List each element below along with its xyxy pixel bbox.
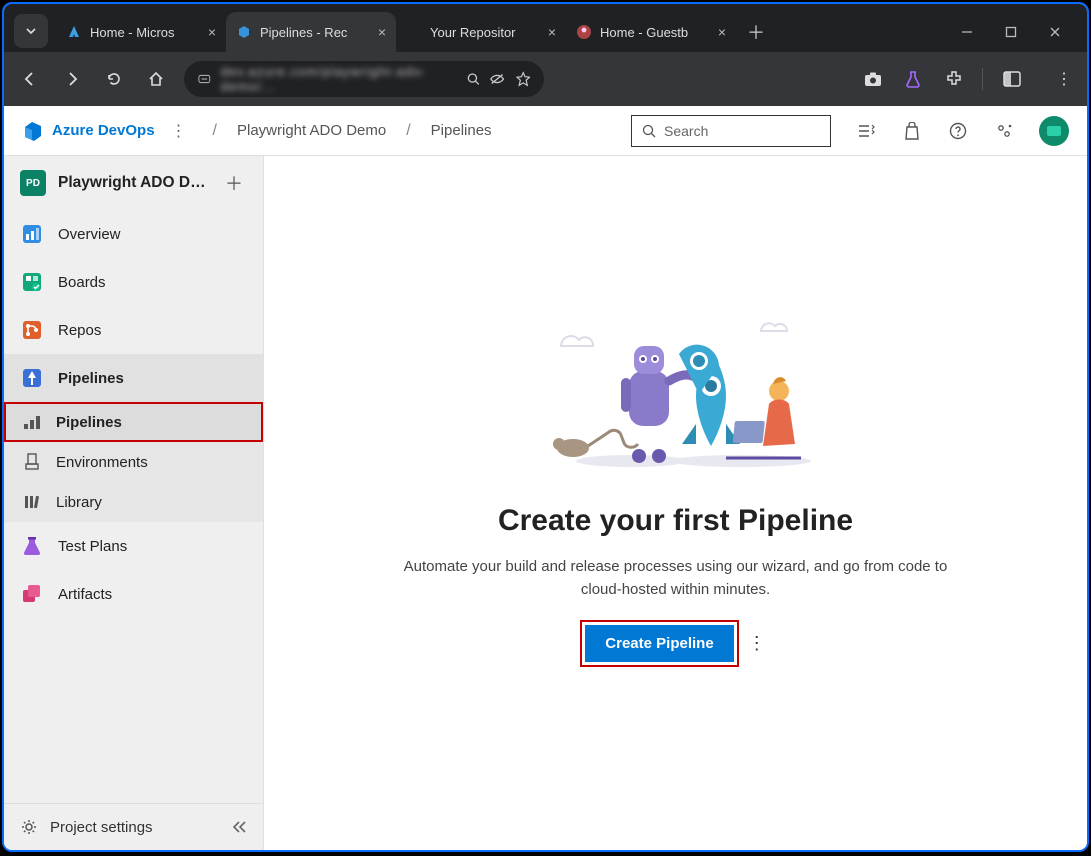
browser-titlebar: Home - Micros × Pipelines - Rec × Your R…: [4, 4, 1087, 52]
shopping-bag-icon[interactable]: [901, 120, 923, 142]
forward-button[interactable]: [58, 65, 86, 93]
search-placeholder: Search: [664, 123, 708, 139]
sidebar-item-overview[interactable]: Overview: [4, 210, 263, 258]
back-button[interactable]: [16, 65, 44, 93]
filter-icon[interactable]: [855, 120, 877, 142]
flask-icon[interactable]: [902, 68, 924, 90]
tab-title: Your Repositor: [430, 25, 540, 40]
project-name: Playwright ADO De...: [58, 174, 209, 192]
sidebar-item-boards[interactable]: Boards: [4, 258, 263, 306]
azure-devops-logo[interactable]: Azure DevOps: [22, 120, 155, 142]
breadcrumb-separator: /: [396, 122, 420, 140]
close-window-button[interactable]: [1047, 24, 1063, 40]
sidebar-subitem-label: Library: [56, 494, 102, 511]
site-settings-icon: [198, 72, 211, 86]
pipelines-icon: [20, 366, 44, 390]
home-button[interactable]: [142, 65, 170, 93]
boards-icon: [20, 270, 44, 294]
zoom-icon[interactable]: [467, 72, 480, 86]
close-icon[interactable]: ×: [718, 24, 726, 40]
main-content: Create your first Pipeline Automate your…: [264, 156, 1087, 850]
pipeline-illustration: [521, 306, 831, 476]
project-selector[interactable]: PD Playwright ADO De... ＋: [4, 156, 263, 210]
sidebar-item-label: Overview: [58, 226, 121, 243]
header-more-button[interactable]: ⋮: [165, 121, 193, 141]
maximize-button[interactable]: [1003, 24, 1019, 40]
close-icon[interactable]: ×: [548, 24, 556, 40]
address-bar[interactable]: dev.azure.com/playwright-ado-demo/...: [184, 61, 544, 97]
eye-off-icon[interactable]: [489, 72, 505, 86]
sidebar-item-label: Boards: [58, 274, 106, 291]
extensions-icon[interactable]: [942, 68, 964, 90]
tab-search-button[interactable]: [14, 14, 48, 48]
collapse-icon[interactable]: [231, 820, 247, 834]
help-icon[interactable]: [947, 120, 969, 142]
browser-tab-2[interactable]: Your Repositor ×: [396, 12, 566, 52]
breadcrumb-section[interactable]: Pipelines: [431, 122, 492, 139]
testplans-icon: [20, 534, 44, 558]
artifacts-icon: [20, 582, 44, 606]
sidebar-subitem-library[interactable]: Library: [4, 482, 263, 522]
environments-icon: [22, 452, 42, 472]
project-badge: PD: [20, 170, 46, 196]
browser-tab-0[interactable]: Home - Micros ×: [56, 12, 226, 52]
sidebar-item-label: Repos: [58, 322, 101, 339]
sidebar-item-testplans[interactable]: Test Plans: [4, 522, 263, 570]
sidepanel-icon[interactable]: [1001, 68, 1023, 90]
browser-toolbar: dev.azure.com/playwright-ado-demo/... ⋮: [4, 52, 1087, 106]
generic-icon: [406, 24, 422, 40]
gear-icon: [20, 818, 38, 836]
devops-icon: [236, 24, 252, 40]
tab-title: Pipelines - Rec: [260, 25, 370, 40]
overview-icon: [20, 222, 44, 246]
search-icon: [642, 124, 656, 138]
browser-menu-button[interactable]: ⋮: [1053, 68, 1075, 90]
star-icon[interactable]: [516, 71, 530, 87]
breadcrumb-project[interactable]: Playwright ADO Demo: [237, 122, 386, 139]
close-icon[interactable]: ×: [208, 24, 216, 40]
sidebar-item-label: Artifacts: [58, 586, 112, 603]
tab-title: Home - Guestb: [600, 25, 710, 40]
sidebar-subitem-label: Environments: [56, 454, 148, 471]
new-tab-button[interactable]: ＋: [742, 18, 770, 46]
tab-title: Home - Micros: [90, 25, 200, 40]
azure-icon: [66, 24, 82, 40]
repos-icon: [20, 318, 44, 342]
sidebar-subitem-label: Pipelines: [56, 414, 122, 431]
camera-icon[interactable]: [862, 68, 884, 90]
sidebar-item-label: Test Plans: [58, 538, 127, 555]
browser-tab-1[interactable]: Pipelines - Rec ×: [226, 12, 396, 52]
library-icon: [22, 492, 42, 512]
sidebar: PD Playwright ADO De... ＋ Overview Board…: [4, 156, 264, 850]
divider: [982, 68, 983, 90]
settings-icon[interactable]: [993, 120, 1015, 142]
breadcrumb-separator: /: [203, 122, 227, 140]
pipelines-sub-icon: [22, 412, 42, 432]
sidebar-item-repos[interactable]: Repos: [4, 306, 263, 354]
add-button[interactable]: ＋: [221, 170, 247, 196]
sidebar-item-pipelines[interactable]: Pipelines: [4, 354, 263, 402]
reload-button[interactable]: [100, 65, 128, 93]
product-name: Azure DevOps: [52, 122, 155, 139]
create-pipeline-button[interactable]: Create Pipeline: [585, 625, 733, 662]
browser-tab-3[interactable]: Home - Guestb ×: [566, 12, 736, 52]
avatar-icon: [576, 24, 592, 40]
minimize-button[interactable]: [959, 24, 975, 40]
sidebar-item-artifacts[interactable]: Artifacts: [4, 570, 263, 618]
app-header: Azure DevOps ⋮ / Playwright ADO Demo / P…: [4, 106, 1087, 156]
close-icon[interactable]: ×: [378, 24, 386, 40]
sidebar-subitem-environments[interactable]: Environments: [4, 442, 263, 482]
page-title: Create your first Pipeline: [498, 504, 853, 538]
page-subtitle: Automate your build and release processe…: [396, 556, 956, 601]
more-actions-button[interactable]: ⋮: [748, 633, 766, 654]
search-input[interactable]: Search: [631, 115, 831, 147]
url-text: dev.azure.com/playwright-ado-demo/...: [221, 64, 457, 94]
project-settings-label: Project settings: [50, 819, 153, 836]
sidebar-subitem-pipelines[interactable]: Pipelines: [4, 402, 263, 442]
user-avatar[interactable]: [1039, 116, 1069, 146]
sidebar-item-label: Pipelines: [58, 370, 124, 387]
project-settings-button[interactable]: Project settings: [4, 803, 263, 850]
